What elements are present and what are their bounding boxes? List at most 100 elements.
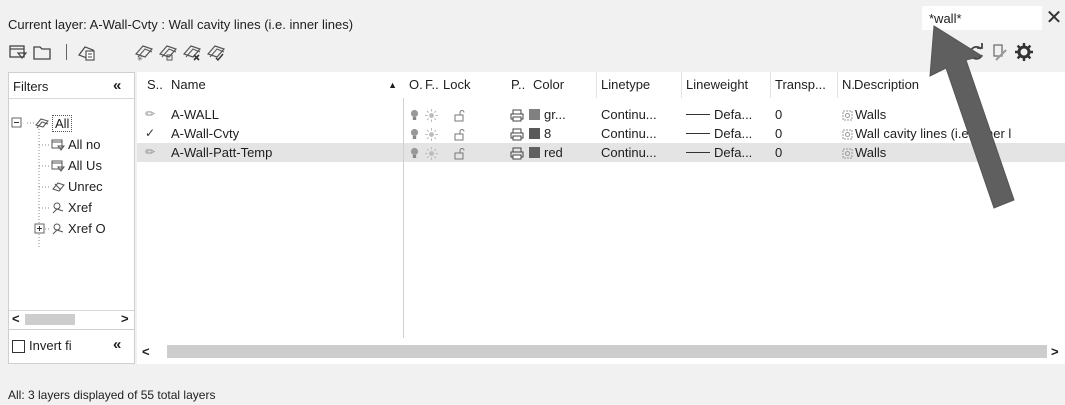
- tree-item-label: Xref: [68, 200, 92, 215]
- filters-title: Filters: [13, 79, 49, 94]
- close-button[interactable]: ✕: [1045, 6, 1063, 30]
- column-header-lineweight[interactable]: Lineweight: [681, 72, 748, 98]
- column-header-name[interactable]: Name ▲: [167, 72, 403, 98]
- scroll-right-arrow[interactable]: >: [121, 311, 129, 326]
- transparency-cell[interactable]: 0: [775, 105, 782, 124]
- scroll-left-arrow[interactable]: <: [12, 311, 20, 326]
- new-layer-vp-frozen-icon[interactable]: [158, 42, 178, 62]
- unlock-icon[interactable]: [454, 105, 465, 124]
- lineweight-cell[interactable]: Defa...: [686, 124, 752, 143]
- column-header-lock[interactable]: Lock: [439, 72, 470, 98]
- invert-filter-label: Invert fi: [29, 338, 72, 353]
- column-header-description[interactable]: Description: [850, 72, 919, 98]
- tree-item-label: All Us: [68, 158, 102, 173]
- column-header-color[interactable]: Color: [529, 72, 564, 98]
- transparency-cell[interactable]: 0: [775, 143, 782, 162]
- tree-item-label: Unrec: [68, 179, 103, 194]
- new-group-filter-icon[interactable]: [32, 42, 52, 62]
- horizontal-scrollbar[interactable]: < >: [137, 342, 1065, 362]
- tree-item-label: Xref O: [68, 221, 106, 236]
- color-swatch: [529, 128, 540, 139]
- layer-color-cell[interactable]: red: [529, 143, 563, 162]
- sun-thaw-icon[interactable]: [425, 124, 438, 143]
- tree-item-all-non-xref[interactable]: All no: [51, 137, 101, 152]
- linetype-cell[interactable]: Continu...: [601, 105, 657, 124]
- property-filter-icon: [51, 139, 65, 151]
- lineweight-line: [686, 114, 710, 115]
- toolbar-separator: [66, 44, 67, 60]
- column-header-linetype[interactable]: Linetype: [596, 72, 650, 98]
- lineweight-cell[interactable]: Defa...: [686, 105, 752, 124]
- layer-color-cell[interactable]: 8: [529, 124, 551, 143]
- xref-icon: [52, 202, 64, 213]
- lineweight-cell[interactable]: Defa...: [686, 143, 752, 162]
- annotation-arrow: [929, 25, 1015, 209]
- svg-text:✳: ✳: [137, 55, 143, 62]
- current-layer-label: Current layer: A-Wall-Cvty : Wall cavity…: [8, 17, 354, 32]
- filters-horizontal-scrollbar[interactable]: < >: [9, 310, 134, 327]
- viewport-freeze-icon[interactable]: [841, 124, 854, 143]
- sun-thaw-icon[interactable]: [425, 105, 438, 124]
- description-cell[interactable]: Walls: [855, 143, 886, 162]
- scroll-thumb[interactable]: [25, 314, 75, 325]
- unlock-icon[interactable]: [454, 143, 465, 162]
- filters-pane: Filters « All All no All Us Unrec Xref X…: [8, 72, 135, 364]
- column-header-status[interactable]: S..: [143, 72, 163, 98]
- layer-status-icon[interactable]: ✏: [145, 143, 155, 162]
- tree-item-xref-overrides[interactable]: Xref O: [51, 221, 106, 236]
- column-header-transparency[interactable]: Transp...: [770, 72, 826, 98]
- lightbulb-on-icon[interactable]: [409, 105, 420, 124]
- invert-filter-row: Invert fi «: [9, 329, 134, 363]
- tree-item-label: All: [52, 115, 73, 132]
- set-current-icon[interactable]: [206, 42, 226, 62]
- linetype-cell[interactable]: Continu...: [601, 124, 657, 143]
- layer-status-icon[interactable]: ✏: [145, 105, 155, 124]
- lightbulb-on-icon[interactable]: [409, 124, 420, 143]
- scroll-thumb[interactable]: [167, 345, 1047, 358]
- layer-states-manager-icon[interactable]: [76, 42, 96, 62]
- toolbar: ✳: [0, 38, 1065, 68]
- new-property-filter-icon[interactable]: [8, 42, 28, 62]
- tree-item-all[interactable]: All: [35, 115, 73, 132]
- status-bar: All: 3 layers displayed of 55 total laye…: [8, 388, 216, 402]
- new-layer-icon[interactable]: ✳: [134, 42, 154, 62]
- sort-ascending-icon: ▲: [388, 80, 397, 90]
- title-bar: Current layer: A-Wall-Cvty : Wall cavity…: [0, 0, 1065, 40]
- printer-icon[interactable]: [510, 143, 524, 162]
- scroll-left-arrow[interactable]: <: [142, 344, 150, 359]
- transparency-cell[interactable]: 0: [775, 124, 782, 143]
- printer-icon[interactable]: [510, 105, 524, 124]
- column-header-freeze[interactable]: F..: [421, 72, 439, 98]
- splitter[interactable]: [403, 98, 404, 338]
- collapse-filters-button[interactable]: «: [113, 77, 121, 94]
- color-swatch: [529, 109, 540, 120]
- collapse-pane-button[interactable]: «: [113, 336, 121, 353]
- lineweight-line: [686, 152, 710, 153]
- lightbulb-on-icon[interactable]: [409, 143, 420, 162]
- description-cell[interactable]: Walls: [855, 105, 886, 124]
- unreconciled-layers-icon: [52, 181, 65, 192]
- viewport-freeze-icon[interactable]: [841, 143, 854, 162]
- unlock-icon[interactable]: [454, 124, 465, 143]
- scroll-right-arrow[interactable]: >: [1051, 344, 1059, 359]
- column-header-name-label: Name: [171, 77, 206, 92]
- printer-icon[interactable]: [510, 124, 524, 143]
- tree-item-xref[interactable]: Xref: [51, 200, 92, 215]
- sun-thaw-icon[interactable]: [425, 143, 438, 162]
- layer-stack-icon: [35, 117, 49, 128]
- tree-item-label: All no: [68, 137, 101, 152]
- viewport-freeze-icon[interactable]: [841, 105, 854, 124]
- layer-name-cell[interactable]: A-WALL: [171, 105, 219, 124]
- layer-name-cell[interactable]: A-Wall-Patt-Temp: [171, 143, 272, 162]
- tree-item-all-used[interactable]: All Us: [51, 158, 102, 173]
- tree-item-unreconciled[interactable]: Unrec: [51, 179, 103, 194]
- invert-filter-checkbox[interactable]: [12, 340, 25, 353]
- column-header-plot[interactable]: P..: [507, 72, 525, 98]
- xref-icon: [52, 223, 64, 234]
- filters-header: Filters «: [9, 73, 134, 99]
- delete-layer-icon[interactable]: [182, 42, 202, 62]
- layer-color-cell[interactable]: gr...: [529, 105, 566, 124]
- layer-name-cell[interactable]: A-Wall-Cvty: [171, 124, 239, 143]
- current-layer-check-icon[interactable]: ✓: [145, 124, 155, 143]
- linetype-cell[interactable]: Continu...: [601, 143, 657, 162]
